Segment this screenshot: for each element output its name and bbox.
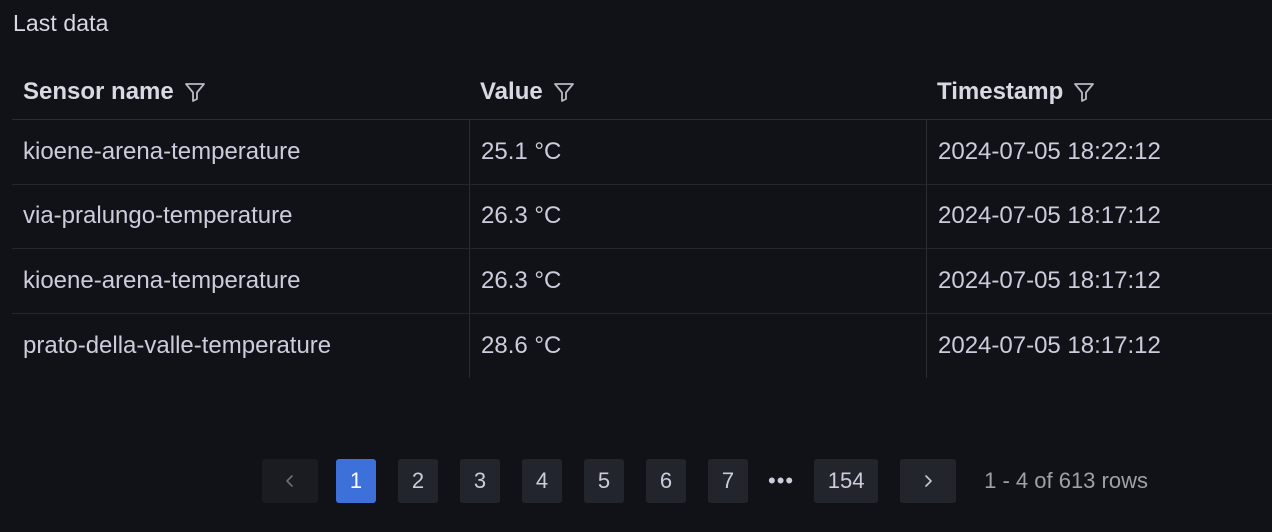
- timestamp-cell: 2024-07-05 18:17:12: [926, 249, 1272, 313]
- pagination-ellipsis: •••: [768, 468, 795, 493]
- page-button-5[interactable]: 5: [584, 459, 624, 503]
- filter-icon[interactable]: [1071, 79, 1097, 105]
- table-row: kioene-arena-temperature 26.3 °C 2024-07…: [12, 249, 1272, 314]
- filter-icon[interactable]: [551, 79, 577, 105]
- timestamp-cell: 2024-07-05 18:17:12: [926, 313, 1272, 378]
- table-row: kioene-arena-temperature 25.1 °C 2024-07…: [12, 120, 1272, 185]
- timestamp-cell: 2024-07-05 18:22:12: [926, 120, 1272, 184]
- page-button-3[interactable]: 3: [460, 459, 500, 503]
- page-button-2[interactable]: 2: [398, 459, 438, 503]
- column-header-label: Value: [480, 77, 543, 105]
- timestamp-cell: 2024-07-05 18:17:12: [926, 184, 1272, 248]
- rows-count-info: 1 - 4 of 613 rows: [984, 468, 1148, 493]
- previous-page-button[interactable]: [262, 459, 318, 503]
- table-row: via-pralungo-temperature 26.3 °C 2024-07…: [12, 184, 1272, 249]
- page-button-4[interactable]: 4: [522, 459, 562, 503]
- table-header-row: Sensor name Value Timestamp: [12, 64, 1272, 120]
- column-header-sensor-name[interactable]: Sensor name: [12, 64, 469, 119]
- page-button-7[interactable]: 7: [708, 459, 748, 503]
- sensor-name-cell: kioene-arena-temperature: [23, 137, 301, 165]
- value-cell: 26.3 °C: [469, 249, 926, 313]
- filter-icon[interactable]: [182, 79, 208, 105]
- value-cell: 28.6 °C: [469, 313, 926, 378]
- sensor-name-cell: via-pralungo-temperature: [23, 202, 293, 230]
- page-button-last[interactable]: 154: [814, 459, 879, 503]
- column-header-timestamp[interactable]: Timestamp: [926, 64, 1272, 119]
- value-cell: 26.3 °C: [469, 184, 926, 248]
- page-button-1[interactable]: 1: [336, 459, 376, 503]
- column-header-label: Sensor name: [23, 77, 174, 105]
- sensor-name-cell: prato-della-valle-temperature: [23, 331, 332, 359]
- data-table: Sensor name Value Timestamp kioene-arena…: [12, 64, 1272, 378]
- chevron-right-icon: [921, 468, 935, 494]
- table-row: prato-della-valle-temperature 28.6 °C 20…: [12, 313, 1272, 378]
- panel-title: Last data: [13, 10, 109, 36]
- column-header-label: Timestamp: [937, 77, 1064, 105]
- page-button-6[interactable]: 6: [646, 459, 686, 503]
- value-cell: 25.1 °C: [469, 120, 926, 184]
- sensor-name-cell: kioene-arena-temperature: [23, 266, 301, 294]
- chevron-left-icon: [283, 468, 297, 494]
- table-panel: Last data Sensor name Value Timestamp ki…: [0, 0, 1272, 532]
- column-header-value[interactable]: Value: [469, 64, 926, 119]
- next-page-button[interactable]: [900, 459, 957, 503]
- pagination: 1 2 3 4 5 6 7 ••• 154 1 - 4 of 613 rows: [262, 459, 1148, 503]
